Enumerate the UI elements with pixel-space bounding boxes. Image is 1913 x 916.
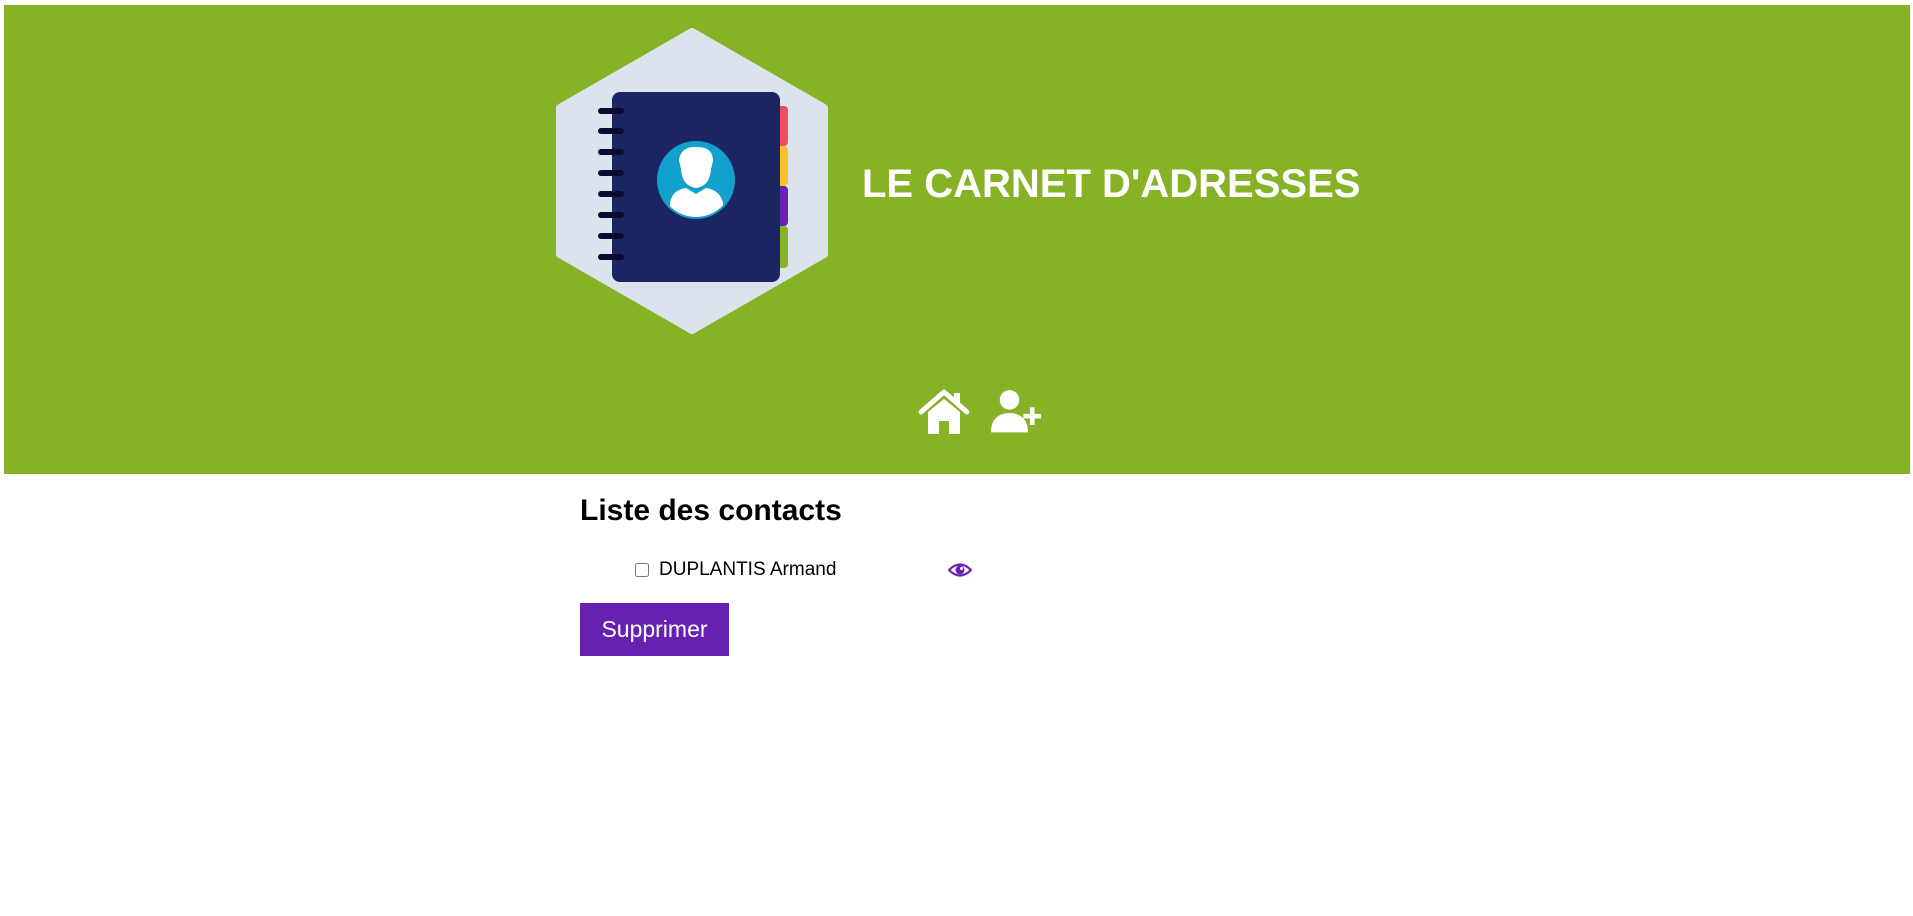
contact-checkbox[interactable]	[635, 563, 649, 577]
contact-list: DUPLANTIS Armand	[635, 558, 995, 582]
contact-name: DUPLANTIS Armand	[659, 559, 837, 580]
site-title: LE CARNET D'ADRESSES	[862, 162, 1361, 206]
section-title: Liste des contacts	[580, 494, 842, 527]
main-nav	[918, 388, 1042, 436]
delete-button[interactable]: Supprimer	[580, 603, 729, 656]
home-icon[interactable]	[918, 388, 970, 436]
user-plus-icon[interactable]	[990, 388, 1042, 436]
contacts-section: Liste des contacts DUPLANTIS Armand Supp…	[580, 494, 972, 656]
address-book-icon	[555, 28, 829, 334]
eye-icon[interactable]	[948, 560, 972, 580]
list-item: DUPLANTIS Armand	[635, 558, 995, 582]
